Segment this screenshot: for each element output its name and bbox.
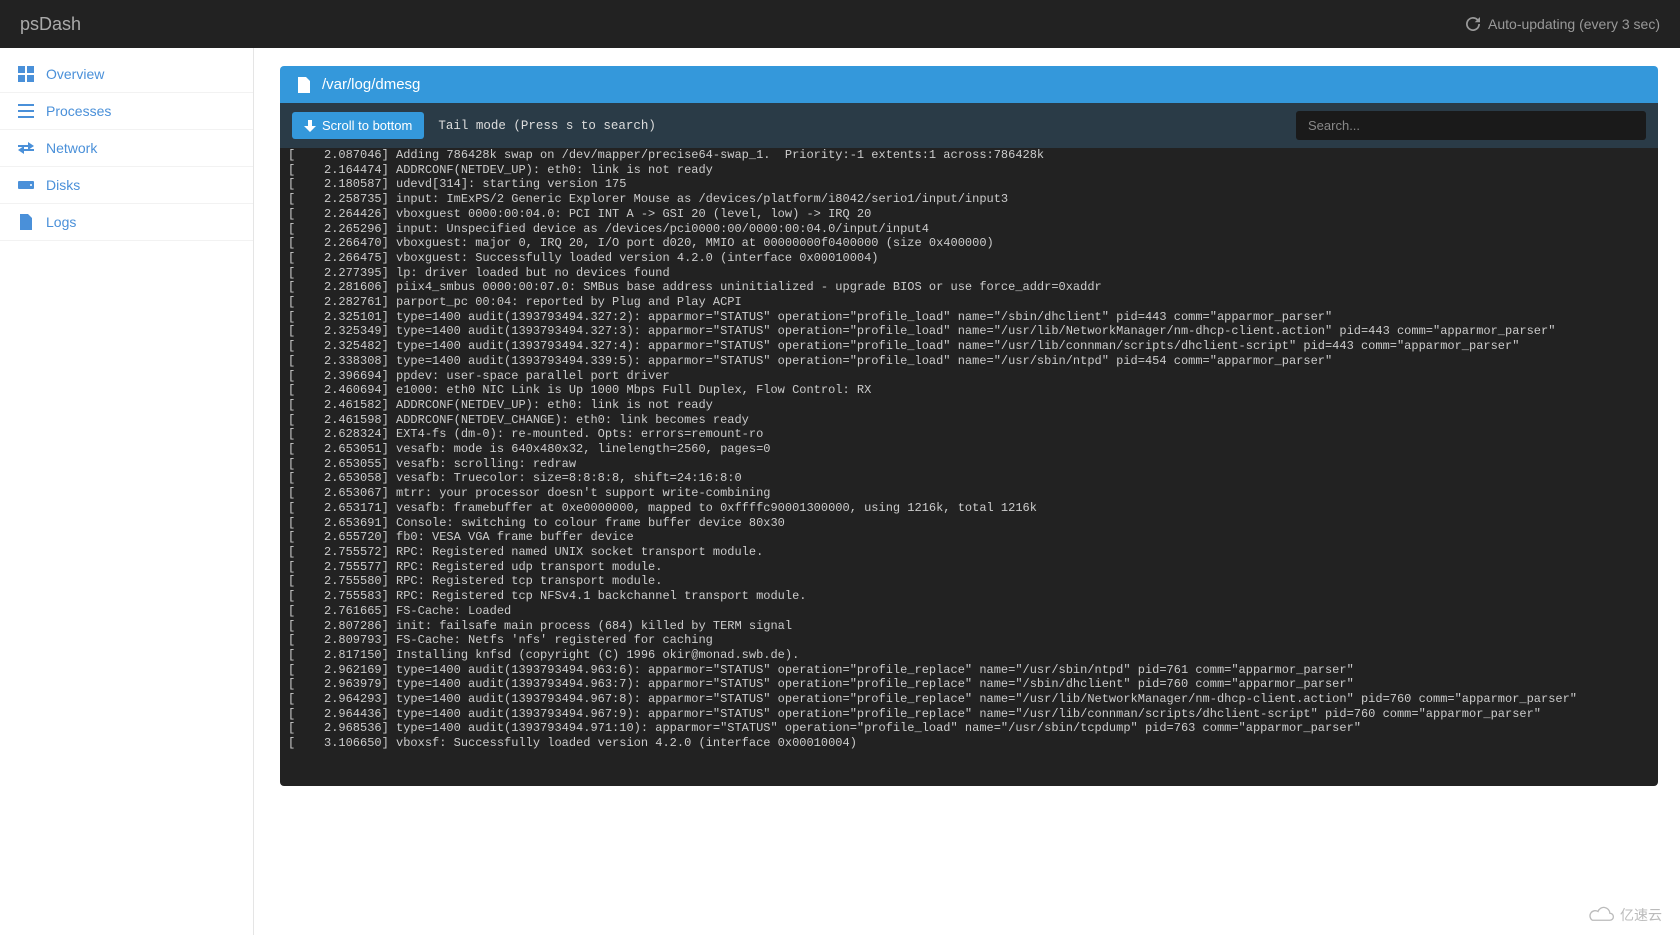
log-content: [ 2.087046] Adding 786428k swap on /dev/… [280, 148, 1658, 751]
brand[interactable]: psDash [20, 14, 81, 35]
auto-update-status[interactable]: Auto-updating (every 3 sec) [1466, 16, 1660, 32]
sidebar-item-processes[interactable]: Processes [0, 93, 253, 130]
sidebar-item-disks[interactable]: Disks [0, 167, 253, 204]
sidebar-item-overview[interactable]: Overview [0, 56, 253, 93]
tail-mode-hint: Tail mode (Press s to search) [438, 119, 656, 133]
panel-title: /var/log/dmesg [322, 76, 420, 93]
sidebar-item-label: Processes [46, 103, 111, 119]
transfer-icon [18, 140, 34, 156]
cloud-icon [1588, 906, 1616, 924]
watermark-text: 亿速云 [1620, 905, 1662, 925]
file-icon [18, 214, 34, 230]
sidebar: Overview Processes Network Disks Logs [0, 48, 254, 935]
panel-toolbar: Scroll to bottom Tail mode (Press s to s… [280, 103, 1658, 148]
search-input[interactable] [1296, 111, 1646, 140]
watermark: 亿速云 [1588, 905, 1662, 925]
hdd-icon [18, 177, 34, 193]
sidebar-item-label: Disks [46, 177, 80, 193]
refresh-icon [1466, 17, 1480, 31]
arrow-down-icon [304, 120, 316, 132]
panel-header: /var/log/dmesg [280, 66, 1658, 103]
sidebar-item-label: Overview [46, 66, 104, 82]
scroll-to-bottom-button[interactable]: Scroll to bottom [292, 112, 424, 139]
topbar: psDash Auto-updating (every 3 sec) [0, 0, 1680, 48]
log-body[interactable]: [ 2.087046] Adding 786428k swap on /dev/… [280, 148, 1658, 786]
file-icon [296, 77, 312, 93]
scroll-btn-label: Scroll to bottom [322, 118, 412, 133]
auto-update-text: Auto-updating (every 3 sec) [1488, 16, 1660, 32]
sidebar-item-label: Network [46, 140, 97, 156]
grid-icon [18, 66, 34, 82]
list-icon [18, 103, 34, 119]
log-panel: /var/log/dmesg Scroll to bottom Tail mod… [280, 66, 1658, 786]
sidebar-item-logs[interactable]: Logs [0, 204, 253, 241]
sidebar-item-network[interactable]: Network [0, 130, 253, 167]
sidebar-item-label: Logs [46, 214, 76, 230]
